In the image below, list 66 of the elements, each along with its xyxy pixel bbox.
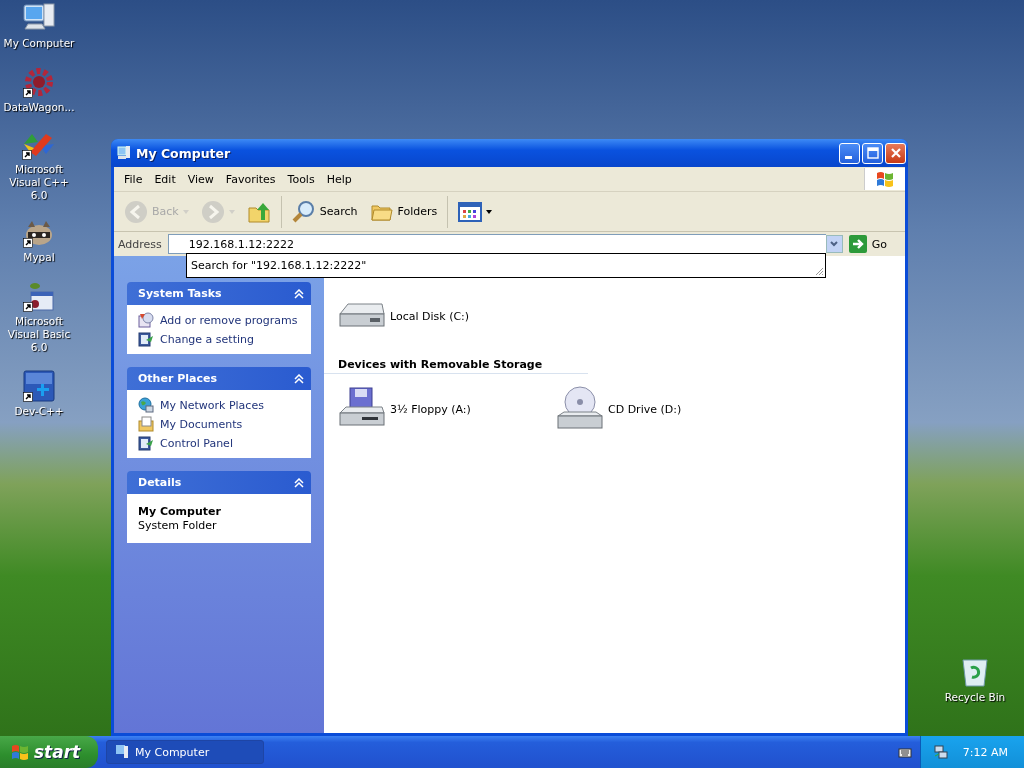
search-button[interactable]: Search [287,197,362,226]
caret-icon [228,209,235,214]
globe-computer-icon [138,397,154,413]
panel-header[interactable]: Other Places [127,367,311,390]
desktop-icon-label[interactable]: Microsoft Visual C++ 6.0 [0,163,78,202]
menu-item[interactable]: File [118,172,149,186]
group-heading: Devices with Removable Storage [324,352,588,374]
minimize-button[interactable] [839,142,860,164]
menu-item[interactable]: Tools [281,172,321,186]
views-icon [458,201,483,222]
maximize-icon [866,147,879,159]
minimize-icon [845,155,852,159]
autocomplete-dropdown[interactable]: Search for "192.168.1.12:2222" [186,253,826,278]
caret-icon [486,209,493,214]
drive-label[interactable]: Local Disk (C:) [390,309,470,323]
address-field[interactable]: 192.168.1.12:2222 [167,234,826,254]
drive-label[interactable]: CD Drive (D:) [608,402,682,416]
desktop-icon-label[interactable]: DataWagon... [3,101,75,114]
flag-logo-icon [875,169,895,189]
task-link[interactable]: Change a setting [160,332,254,346]
computer-icon [115,744,129,760]
control-panel-icon [138,435,154,451]
collapse-chevron-icon[interactable] [293,477,305,488]
network-tray-icon[interactable] [932,744,949,760]
go-button[interactable]: Go [848,235,901,253]
app-tile-icon [23,370,55,402]
computer-icon [116,145,132,161]
desktop-icon-label[interactable]: Recycle Bin [944,691,1006,704]
details-description: System Folder [138,519,218,532]
cd-drive-icon [556,386,604,432]
arrow-icon [848,235,867,253]
task-link[interactable]: My Documents [160,417,243,431]
flag-logo-icon [10,742,30,762]
collapse-chevron-icon[interactable] [293,288,305,299]
folders-button[interactable]: Folders [365,197,442,226]
autocomplete-suggestion[interactable]: Search for "192.168.1.12:2222" [191,259,367,272]
search-icon [291,199,316,224]
recycle-bin-icon [960,656,990,688]
close-button[interactable] [885,142,906,164]
details-name: My Computer [138,505,222,518]
drive-label[interactable]: 3½ Floppy (A:) [390,402,471,416]
task-link[interactable]: My Network Places [160,398,264,412]
task-link[interactable]: Control Panel [160,436,233,450]
collapse-chevron-icon[interactable] [293,373,305,384]
menu-item[interactable]: Favorites [219,172,282,186]
folder-documents-icon [138,416,154,432]
maximize-button[interactable] [862,142,883,164]
control-panel-icon [138,331,154,347]
desktop-icon-label[interactable]: Mypal [23,251,55,264]
start-button[interactable]: start [0,736,98,768]
address-label: Address [118,237,162,251]
panel-header[interactable]: System Tasks [127,282,311,305]
menu-item[interactable]: Edit [148,172,182,186]
desktop-icon-label[interactable]: My Computer [3,37,75,50]
cd-box-icon [138,312,154,328]
panel-header[interactable]: Details [127,471,311,494]
menu-item[interactable]: Help [320,172,358,186]
menu-item[interactable]: View [181,172,220,186]
window-title: My Computer [136,145,232,161]
caret-icon [182,209,189,214]
keyboard-icon[interactable] [897,746,912,758]
close-icon [889,147,902,159]
resize-grip-icon [814,266,824,276]
gear-icon [23,66,55,98]
task-link[interactable]: Add or remove programs [160,313,298,327]
taskbar-button[interactable]: My Computer [106,740,264,764]
